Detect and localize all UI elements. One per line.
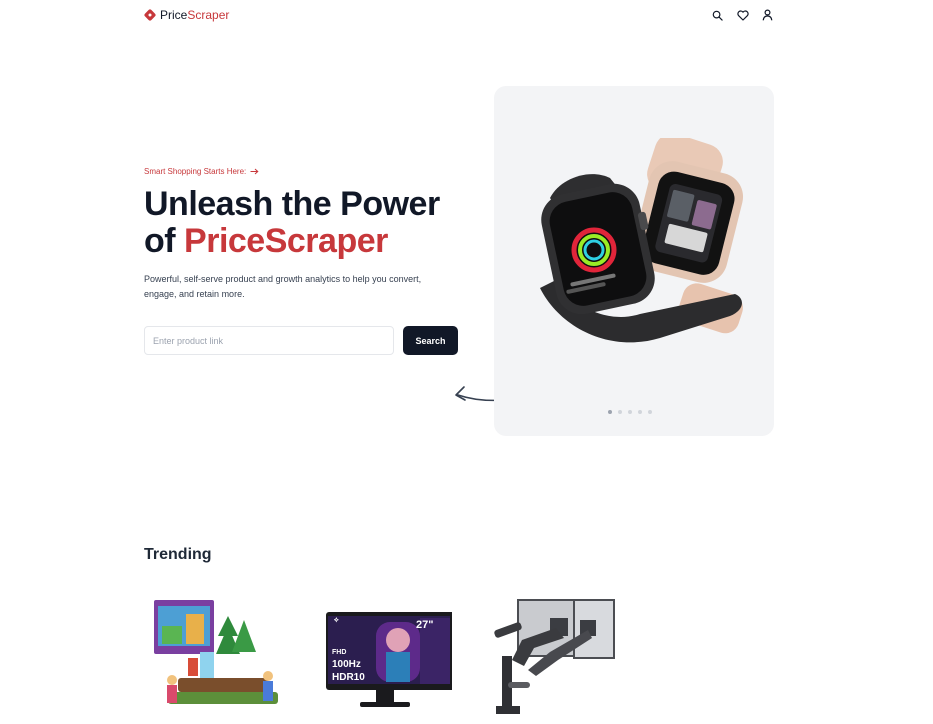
search-button[interactable]: Search	[403, 326, 458, 355]
brand-tag-icon	[144, 9, 156, 21]
trending-product-monitor-arm[interactable]	[484, 596, 620, 724]
monitor-fhd-badge: FHD	[332, 649, 346, 656]
trending-heading: Trending	[144, 546, 212, 563]
product-link-input[interactable]	[144, 326, 394, 355]
carousel-dot-2[interactable]	[618, 410, 622, 414]
trending-product-lego-set[interactable]	[148, 596, 284, 724]
hero-headline-accent: PriceScraper	[184, 222, 388, 260]
monitor-arm-image	[494, 599, 615, 714]
navbar: Price Scraper	[144, 6, 774, 24]
hero-headline: Unleash the Power of PriceScraper	[144, 186, 484, 260]
svg-text:⟡: ⟡	[334, 617, 339, 624]
carousel-dot-5[interactable]	[648, 410, 652, 414]
carousel-dot-4[interactable]	[638, 410, 642, 414]
hero-description: Powerful, self-serve product and growth …	[144, 274, 422, 299]
arrow-right-icon	[250, 168, 259, 175]
trending-products: ⟡ 27" FHD 100Hz HDR10	[148, 596, 620, 724]
brand-name-part2: Scraper	[187, 8, 230, 22]
nav-icons	[711, 9, 774, 22]
monitor-hz-badge: 100Hz	[332, 659, 361, 670]
carousel-indicators	[608, 410, 652, 414]
search-icon[interactable]	[711, 9, 724, 22]
hero-tagline-text: Smart Shopping Starts Here:	[144, 167, 247, 176]
hero-image-carousel	[494, 86, 774, 436]
lego-set-image	[154, 600, 278, 704]
carousel-dot-3[interactable]	[628, 410, 632, 414]
product-search-form: Search	[144, 326, 458, 355]
brand-logo-link[interactable]: Price Scraper	[144, 8, 229, 22]
hero-headline-prefix: of	[144, 222, 185, 260]
heart-icon[interactable]	[736, 9, 749, 22]
trending-product-monitor[interactable]: ⟡ 27" FHD 100Hz HDR10	[316, 596, 456, 724]
monitor-size-badge: 27"	[416, 619, 433, 631]
monitor-image: ⟡ 27" FHD 100Hz HDR10	[326, 612, 456, 707]
hero-headline-line1: Unleash the Power	[144, 185, 440, 223]
brand-name-part1: Price	[160, 8, 188, 22]
apple-watch-product-image	[540, 138, 744, 343]
carousel-dot-1[interactable]	[608, 410, 612, 414]
monitor-hdr-badge: HDR10	[332, 672, 365, 683]
user-icon[interactable]	[761, 9, 774, 22]
hero-tagline: Smart Shopping Starts Here:	[144, 167, 259, 176]
